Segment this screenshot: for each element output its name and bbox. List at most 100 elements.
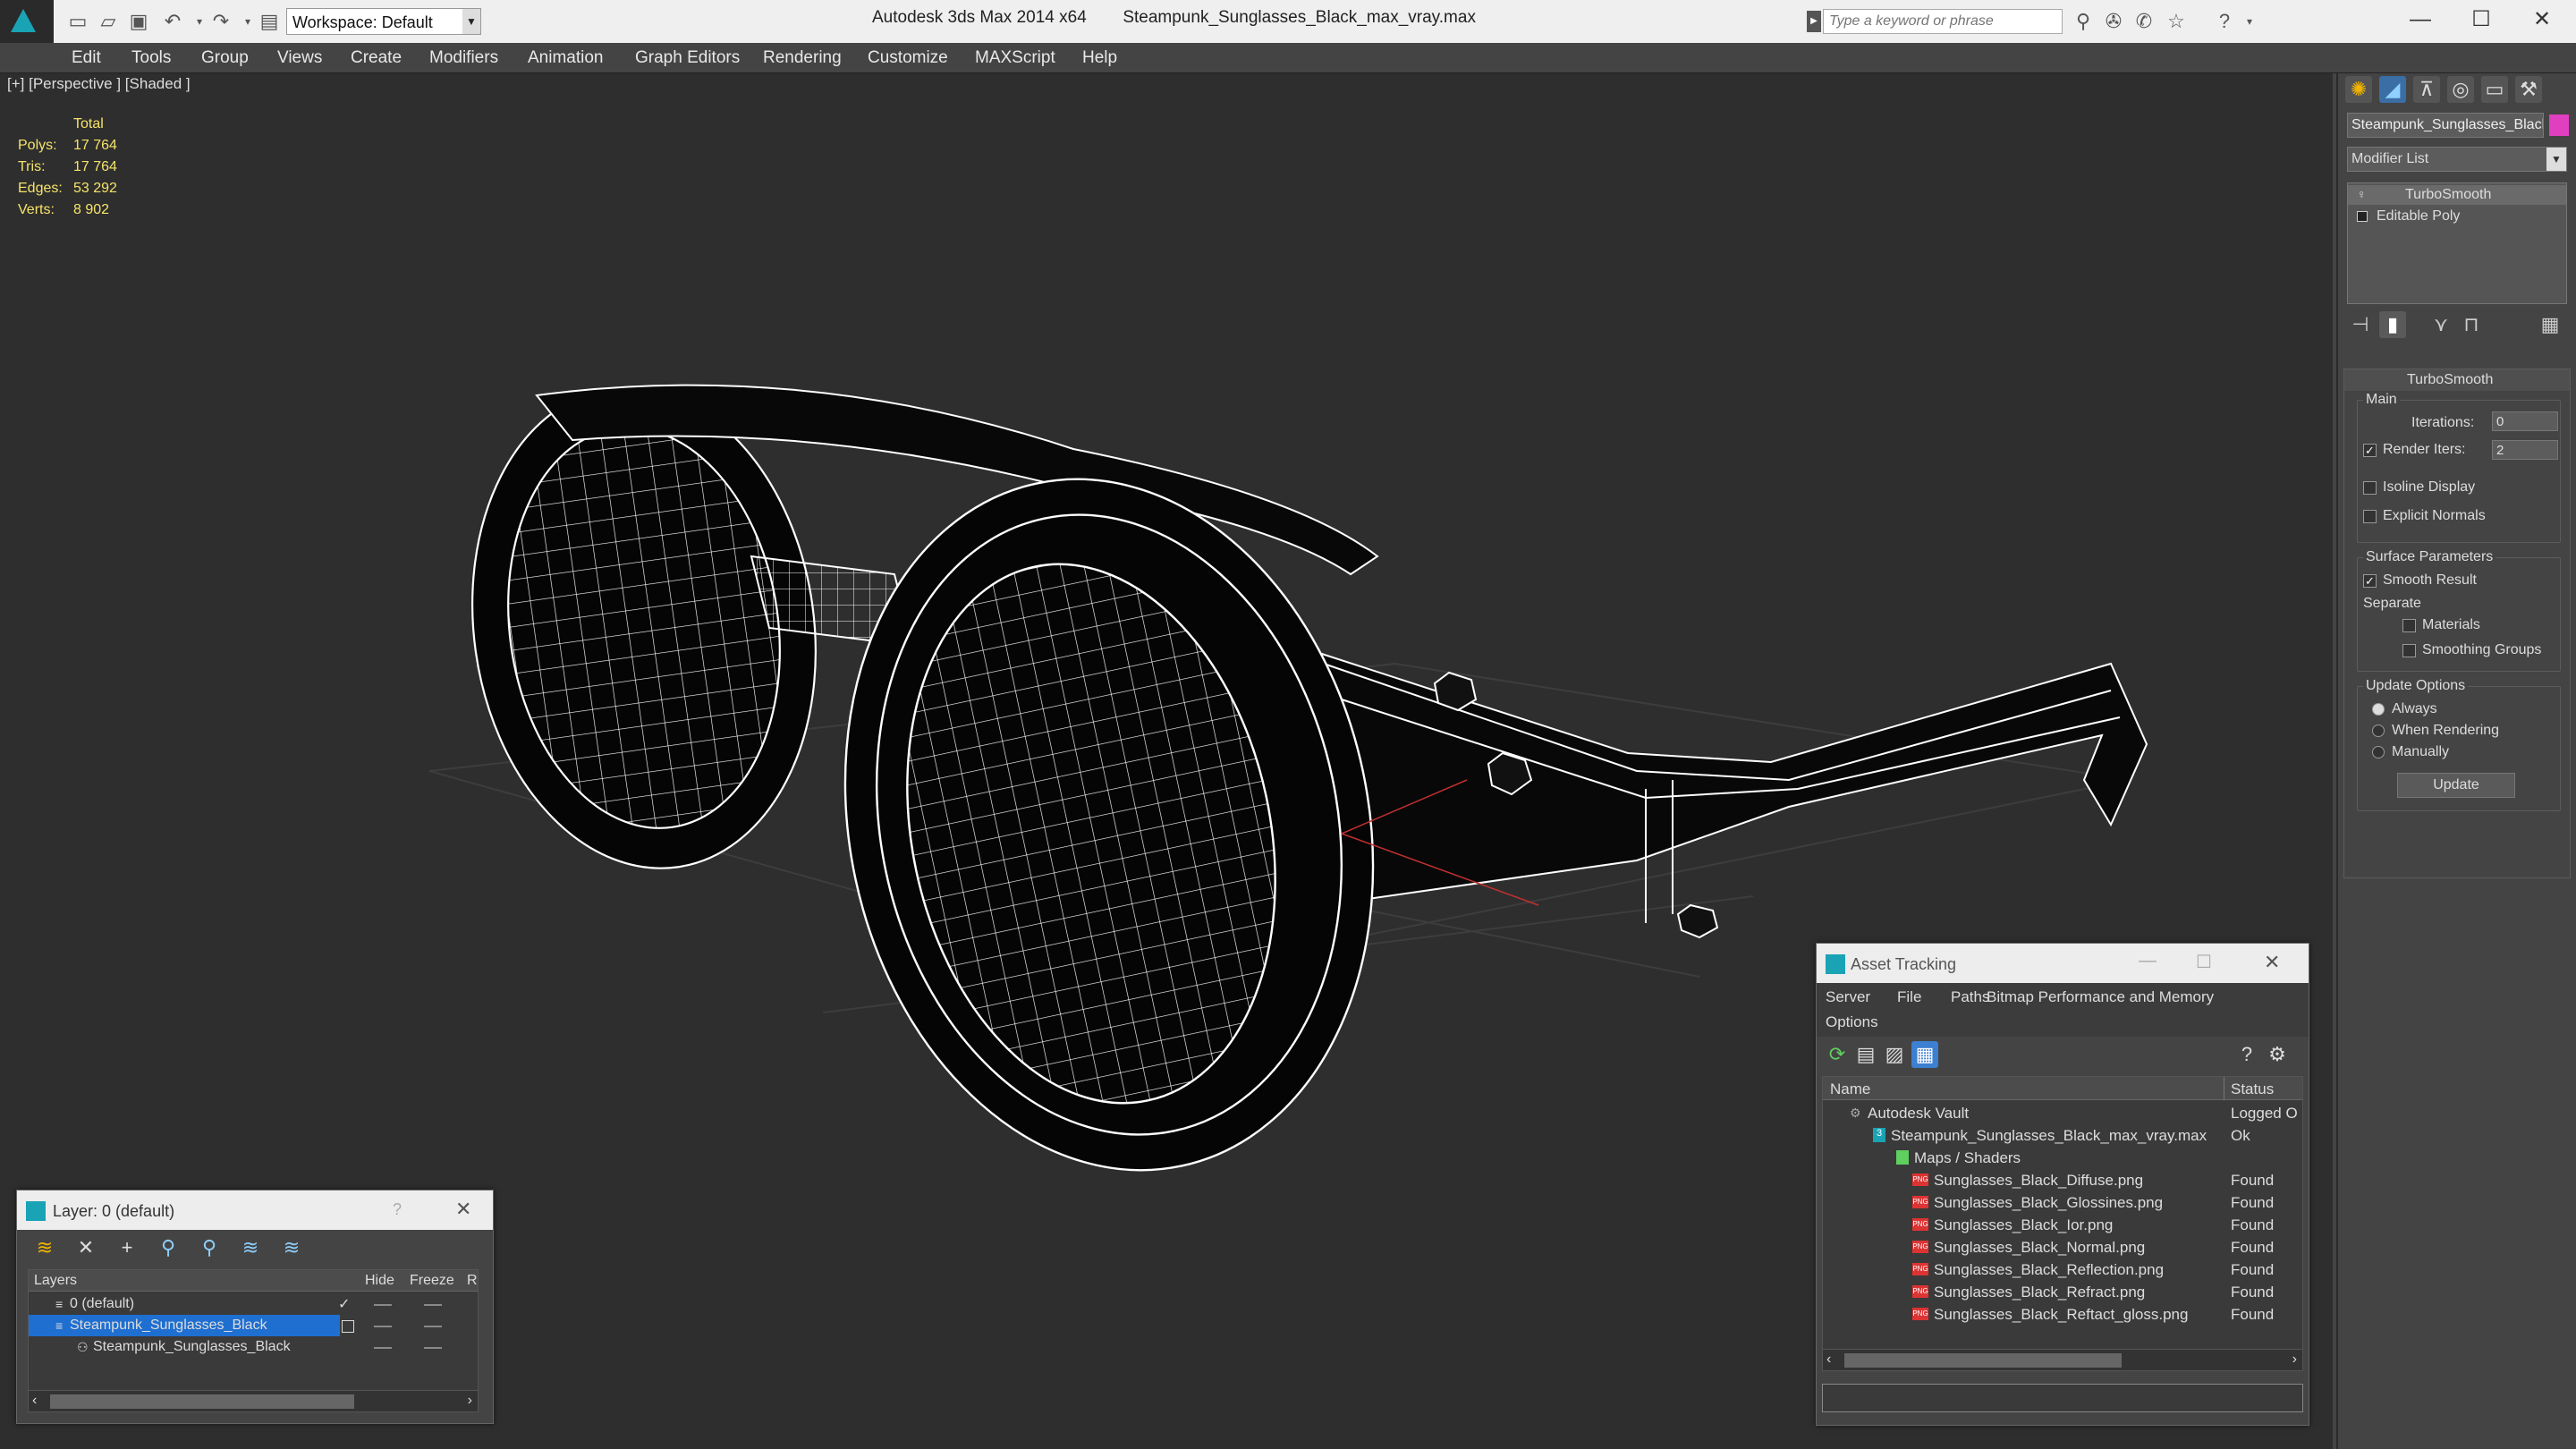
- table-row[interactable]: PNG Sunglasses_Black_Ior.png Found: [1823, 1214, 2302, 1236]
- utilities-tab-icon[interactable]: ⚒: [2515, 76, 2542, 103]
- layer-row[interactable]: ≡ Steampunk_Sunglasses_Black: [29, 1315, 340, 1336]
- hierarchy-tab-icon[interactable]: ⊼: [2413, 76, 2440, 103]
- workspace-dropdown[interactable]: Workspace: Default ▼: [286, 8, 481, 35]
- smoothing-groups-checkbox[interactable]: [2402, 644, 2416, 657]
- asset-path-field[interactable]: [1822, 1384, 2303, 1412]
- highlight-layer-icon[interactable]: ⚲: [196, 1234, 223, 1261]
- maximize-button[interactable]: ☐: [2451, 0, 2512, 39]
- object-color-swatch[interactable]: [2549, 114, 2569, 136]
- pin-stack-icon[interactable]: ⊣: [2347, 311, 2374, 338]
- new-file-icon[interactable]: ▭: [64, 8, 91, 35]
- object-name-field[interactable]: Steampunk_Sunglasses_Black: [2347, 113, 2544, 138]
- save-icon[interactable]: ▣: [125, 8, 152, 35]
- modify-tab-icon[interactable]: ◢: [2379, 76, 2406, 103]
- table-row[interactable]: 3 Steampunk_Sunglasses_Black_max_vray.ma…: [1823, 1124, 2302, 1147]
- app-logo-button[interactable]: [0, 0, 54, 43]
- hide-toggle[interactable]: [374, 1304, 392, 1306]
- list-view-icon[interactable]: ▤: [1852, 1041, 1879, 1068]
- freeze-all-layers-icon[interactable]: ≋: [278, 1234, 305, 1261]
- horizontal-scrollbar[interactable]: ‹ ›: [29, 1390, 478, 1411]
- table-row[interactable]: PNG Sunglasses_Black_Diffuse.png Found: [1823, 1169, 2302, 1191]
- render-column-header[interactable]: R: [467, 1273, 478, 1289]
- table-row[interactable]: PNG Sunglasses_Black_Reflection.png Foun…: [1823, 1258, 2302, 1281]
- scrollbar-thumb[interactable]: [1844, 1353, 2122, 1368]
- asset-menu-paths[interactable]: Paths: [1951, 988, 1989, 1006]
- menu-rendering[interactable]: Rendering: [763, 43, 842, 73]
- select-objects-icon[interactable]: ⚲: [155, 1234, 182, 1261]
- scroll-left-icon[interactable]: ‹: [32, 1393, 37, 1409]
- always-radio[interactable]: [2372, 703, 2385, 716]
- favorites-star-icon[interactable]: ☆: [2163, 8, 2190, 35]
- hide-column-header[interactable]: Hide: [365, 1273, 394, 1289]
- hide-toggle[interactable]: [374, 1326, 392, 1327]
- table-row[interactable]: PNG Sunglasses_Black_Reftact_gloss.png F…: [1823, 1303, 2302, 1326]
- table-row[interactable]: PNG Sunglasses_Black_Refract.png Found: [1823, 1281, 2302, 1303]
- table-row[interactable]: PNG Sunglasses_Black_Glossines.png Found: [1823, 1191, 2302, 1214]
- binoculars-icon[interactable]: ⚲: [2070, 8, 2097, 35]
- asset-menu-file[interactable]: File: [1897, 988, 1921, 1006]
- layer-titlebar[interactable]: Layer: 0 (default) ? ✕: [17, 1191, 493, 1230]
- refresh-icon[interactable]: ⟳: [1824, 1041, 1851, 1068]
- freeze-toggle[interactable]: [424, 1347, 442, 1349]
- asset-menu-server[interactable]: Server: [1826, 988, 1870, 1006]
- help-dropdown-icon[interactable]: ▾: [2236, 8, 2263, 35]
- settings-icon[interactable]: ⚙: [2264, 1041, 2291, 1068]
- table-row[interactable]: Maps / Shaders: [1823, 1147, 2302, 1169]
- help-icon[interactable]: ?: [393, 1200, 402, 1219]
- add-to-layer-icon[interactable]: +: [114, 1234, 140, 1261]
- expand-icon[interactable]: [2357, 211, 2368, 222]
- modifier-list-dropdown[interactable]: Modifier List ▼: [2347, 147, 2567, 172]
- menu-create[interactable]: Create: [351, 43, 402, 73]
- asset-menu-options[interactable]: Options: [1826, 1013, 1878, 1031]
- maximize-button[interactable]: ☐: [2196, 951, 2212, 973]
- open-file-icon[interactable]: ▱: [95, 8, 122, 35]
- modifier-stack[interactable]: ♀ TurboSmooth Editable Poly: [2347, 182, 2567, 304]
- configure-sets-icon[interactable]: ▦: [2537, 311, 2563, 338]
- create-tab-icon[interactable]: ✺: [2345, 76, 2372, 103]
- materials-checkbox[interactable]: [2402, 619, 2416, 632]
- delete-layer-icon[interactable]: ✕: [72, 1234, 99, 1261]
- scrollbar-thumb[interactable]: [50, 1394, 354, 1409]
- redo-icon[interactable]: ↷: [208, 8, 234, 35]
- create-layer-icon[interactable]: ≋: [31, 1234, 58, 1261]
- search-input[interactable]: [1823, 9, 2063, 34]
- menu-group[interactable]: Group: [201, 43, 249, 73]
- layer-row[interactable]: ≡ 0 (default) ✓: [29, 1293, 478, 1315]
- menu-customize[interactable]: Customize: [868, 43, 948, 73]
- close-button[interactable]: ✕: [2264, 951, 2280, 974]
- asset-menu-bitmap[interactable]: Bitmap Performance and Memory: [1987, 988, 2214, 1006]
- project-folder-icon[interactable]: ▤: [256, 8, 283, 35]
- freeze-toggle[interactable]: [424, 1304, 442, 1306]
- layer-row[interactable]: ⚇ Steampunk_Sunglasses_Black: [29, 1336, 478, 1358]
- undo-icon[interactable]: ↶: [159, 8, 186, 35]
- close-button[interactable]: ✕: [455, 1198, 471, 1221]
- communication-icon[interactable]: ✆: [2131, 8, 2157, 35]
- remove-modifier-icon[interactable]: ⊓: [2458, 311, 2485, 338]
- help-icon[interactable]: ?: [2211, 8, 2238, 35]
- thumbnail-view-icon[interactable]: ▨: [1881, 1041, 1908, 1068]
- stack-item-editable-poly[interactable]: Editable Poly: [2348, 207, 2566, 226]
- freeze-column-header[interactable]: Freeze: [410, 1273, 454, 1289]
- minimize-button[interactable]: —: [2139, 951, 2157, 971]
- scroll-right-icon[interactable]: ›: [468, 1393, 472, 1409]
- when-rendering-radio[interactable]: [2372, 724, 2385, 737]
- help-icon[interactable]: ?: [2233, 1041, 2260, 1068]
- asset-tracking-titlebar[interactable]: Asset Tracking — ☐ ✕: [1817, 944, 2309, 983]
- bulb-icon[interactable]: ♀: [2357, 187, 2367, 201]
- hide-toggle[interactable]: [374, 1347, 392, 1349]
- iterations-spinner[interactable]: 0: [2492, 411, 2558, 431]
- motion-tab-icon[interactable]: ◎: [2447, 76, 2474, 103]
- layers-column-header[interactable]: Layers: [34, 1273, 77, 1289]
- render-iters-spinner[interactable]: 2: [2492, 440, 2558, 460]
- menu-help[interactable]: Help: [1082, 43, 1117, 73]
- table-row[interactable]: ⚙ Autodesk Vault Logged O: [1823, 1102, 2302, 1124]
- table-view-icon[interactable]: ▦: [1911, 1041, 1938, 1068]
- manually-radio[interactable]: [2372, 746, 2385, 758]
- close-button[interactable]: ✕: [2512, 0, 2572, 39]
- scroll-left-icon[interactable]: ‹: [1826, 1352, 1831, 1368]
- make-unique-icon[interactable]: ⋎: [2428, 311, 2454, 338]
- menu-maxscript[interactable]: MAXScript: [975, 43, 1055, 73]
- active-layer-check-icon[interactable]: ✓: [338, 1295, 350, 1313]
- rollout-header[interactable]: TurboSmooth: [2344, 369, 2570, 391]
- status-column-header[interactable]: Status: [2231, 1080, 2274, 1098]
